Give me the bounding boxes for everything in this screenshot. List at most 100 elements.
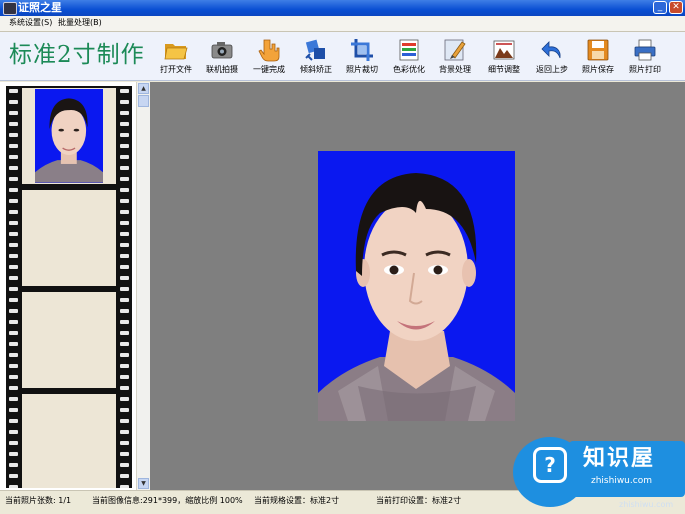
open-file-label: 打开文件 <box>160 65 192 74</box>
film-perforation <box>120 100 129 104</box>
watermark-box: 知识屋 zhishiwu.com <box>569 441 685 497</box>
detail-adjust-button[interactable]: 细节调整 <box>481 36 527 78</box>
film-perforation <box>120 89 129 93</box>
printer-icon <box>633 38 657 62</box>
film-perforation <box>120 320 129 324</box>
film-perforation <box>120 155 129 159</box>
camera-capture-label: 联机拍摄 <box>206 65 238 74</box>
scroll-up-button[interactable]: ▲ <box>138 83 149 94</box>
thumbnail-frame-selected[interactable] <box>22 88 116 184</box>
film-perforation <box>9 155 18 159</box>
undo-button[interactable]: 返回上步 <box>529 36 575 78</box>
film-perforation <box>120 309 129 313</box>
watermark-brand: 知识屋 <box>583 446 656 471</box>
film-perforation <box>9 188 18 192</box>
film-perforation <box>9 320 18 324</box>
film-perforation <box>9 287 18 291</box>
film-perforation <box>9 474 18 478</box>
close-button[interactable]: ✕ <box>669 1 683 14</box>
film-perforation <box>120 144 129 148</box>
film-perforation <box>120 375 129 379</box>
thumbnail-frame-empty[interactable] <box>22 292 116 388</box>
color-optimize-button[interactable]: 色彩优化 <box>386 36 432 78</box>
one-click-finish-label: 一键完成 <box>253 65 285 74</box>
photo-canvas[interactable] <box>150 82 685 490</box>
film-perforation <box>9 485 18 488</box>
tilt-correct-button[interactable]: 倾斜矫正 <box>293 36 339 78</box>
film-perforation <box>9 221 18 225</box>
film-perforation <box>9 122 18 126</box>
thumbnail-frame-empty[interactable] <box>22 190 116 286</box>
color-optimize-label: 色彩优化 <box>393 65 425 74</box>
id-photo[interactable] <box>318 151 515 421</box>
film-perforation <box>9 309 18 313</box>
film-perforation <box>9 254 18 258</box>
film-perforation <box>9 100 18 104</box>
minimize-button[interactable]: _ <box>653 1 667 14</box>
film-perforation <box>9 166 18 170</box>
film-perforation <box>9 430 18 434</box>
background-process-button[interactable]: 背景处理 <box>432 36 478 78</box>
scroll-thumb[interactable] <box>138 95 149 107</box>
save-disk-icon <box>586 38 610 62</box>
save-photo-button[interactable]: 照片保存 <box>575 36 621 78</box>
film-perforation <box>120 287 129 291</box>
film-perforation <box>9 463 18 467</box>
film-perforation <box>9 441 18 445</box>
tilt-correct-label: 倾斜矫正 <box>300 65 332 74</box>
film-perforation <box>9 386 18 390</box>
thumbnail-panel: ▲ ▼ <box>0 82 150 490</box>
film-perforation <box>9 265 18 269</box>
film-perforation <box>9 298 18 302</box>
background-process-label: 背景处理 <box>439 65 471 74</box>
film-perforation <box>9 397 18 401</box>
crop-photo-label: 照片裁切 <box>346 65 378 74</box>
question-monitor-icon: ? <box>533 447 567 483</box>
film-perforation <box>120 364 129 368</box>
color-bars-icon <box>397 38 421 62</box>
open-file-button[interactable]: 打开文件 <box>153 36 199 78</box>
toolbar: 标准2寸制作 打开文件 联机拍摄 一键完成 倾斜矫正 照片裁切 色彩优化 背景处… <box>0 32 685 81</box>
film-perforation <box>9 232 18 236</box>
thumbnail-scrollbar[interactable]: ▲ ▼ <box>136 82 150 490</box>
thumbnail-frame-empty[interactable] <box>22 394 116 488</box>
save-photo-label: 照片保存 <box>582 65 614 74</box>
menu-batch-processing[interactable]: 批量处理(B) <box>58 17 102 29</box>
folder-open-icon <box>164 38 188 62</box>
photo-thumbnail[interactable] <box>35 89 103 183</box>
film-perforation <box>120 199 129 203</box>
menu-system-settings[interactable]: 系统设置(S) <box>9 17 52 29</box>
film-perforation <box>120 232 129 236</box>
film-perforation <box>9 243 18 247</box>
film-perforation <box>120 166 129 170</box>
film-perforation <box>120 276 129 280</box>
film-perforation <box>120 419 129 423</box>
crop-photo-button[interactable]: 照片裁切 <box>339 36 385 78</box>
film-perforation <box>9 375 18 379</box>
film-perforation <box>120 342 129 346</box>
status-spec-setting: 当前规格设置：标准2寸 <box>254 496 340 505</box>
film-perforation <box>9 408 18 412</box>
film-perforation <box>120 452 129 456</box>
hand-pointer-icon <box>257 38 281 62</box>
film-perforation <box>120 408 129 412</box>
app-window: 证照之星 _ ✕ 系统设置(S) 批量处理(B) 标准2寸制作 打开文件 联机拍… <box>0 0 685 514</box>
print-photo-button[interactable]: 照片打印 <box>622 36 668 78</box>
one-click-finish-button[interactable]: 一键完成 <box>246 36 292 78</box>
film-perforation <box>9 144 18 148</box>
film-perforation <box>120 265 129 269</box>
film-perforation <box>120 188 129 192</box>
film-perforation <box>120 474 129 478</box>
scroll-down-button[interactable]: ▼ <box>138 478 149 489</box>
camera-capture-button[interactable]: 联机拍摄 <box>199 36 245 78</box>
film-perforation <box>120 122 129 126</box>
page-title: 标准2寸制作 <box>9 42 145 68</box>
film-perforation <box>9 133 18 137</box>
portrait-image <box>318 173 515 421</box>
film-perforation <box>9 210 18 214</box>
film-perforation <box>9 111 18 115</box>
status-print-setting: 当前打印设置：标准2寸 <box>376 496 462 505</box>
filmstrip <box>6 86 132 488</box>
film-perforation <box>9 276 18 280</box>
watermark-logo: ? 知识屋 zhishiwu.com zhishiwu.com <box>513 437 685 513</box>
